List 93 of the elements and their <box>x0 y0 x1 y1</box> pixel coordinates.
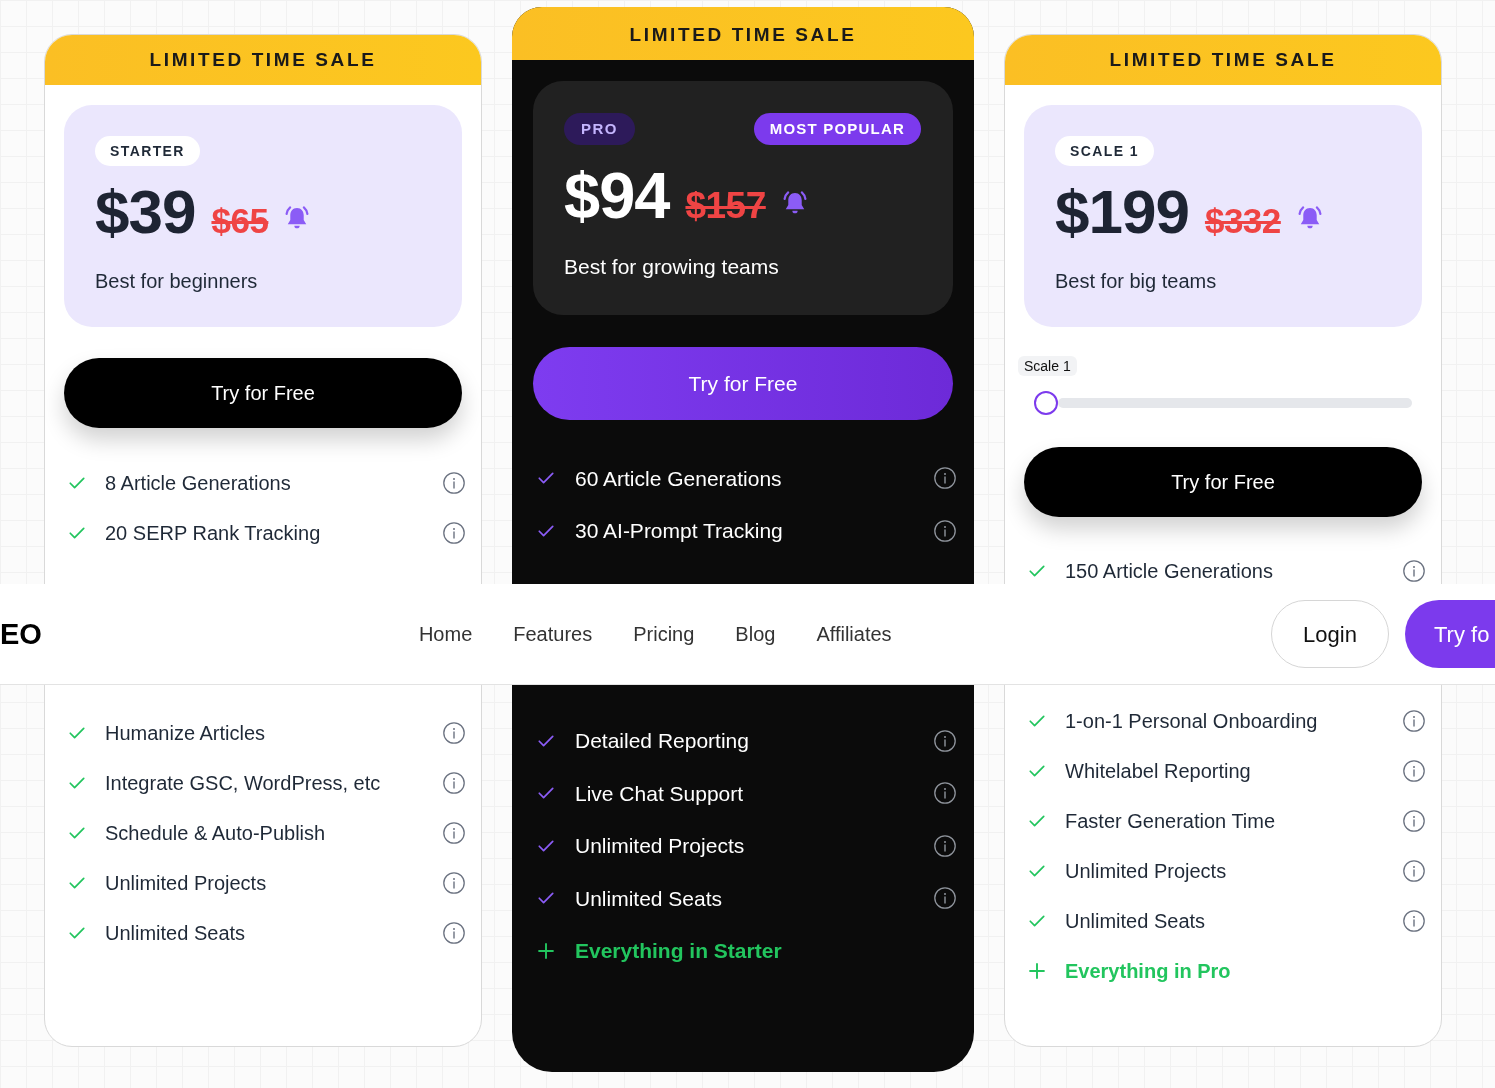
price: $199 <box>1055 181 1189 243</box>
original-price: $332 <box>1204 203 1281 238</box>
logo-text: EO <box>0 619 42 649</box>
check-icon <box>538 839 554 852</box>
check-icon <box>69 827 85 839</box>
login-button[interactable]: Login <box>1271 600 1389 668</box>
try-for-free-button[interactable]: Try for Free <box>64 358 462 428</box>
feature-text: Unlimited Projects <box>105 871 268 896</box>
feature-text: 8 Article Generations <box>105 471 292 496</box>
info-icon[interactable] <box>1403 810 1425 832</box>
info-icon[interactable] <box>443 722 465 744</box>
try-free-button[interactable]: Try fo <box>1405 600 1495 668</box>
info-icon[interactable] <box>934 887 956 910</box>
check-icon <box>1029 565 1045 577</box>
info-icon[interactable] <box>934 782 956 805</box>
feature-text: Humanize Articles <box>105 721 267 746</box>
nav-link[interactable]: Pricing <box>633 619 695 649</box>
info-icon[interactable] <box>443 772 465 794</box>
info-icon[interactable] <box>443 522 465 544</box>
check-icon <box>69 927 85 939</box>
nav-link[interactable]: Home <box>418 619 473 649</box>
info-icon[interactable] <box>443 872 465 894</box>
info-icon[interactable] <box>443 472 465 494</box>
feature-text: 30 AI-Prompt Tracking <box>575 518 784 544</box>
original-price: $65 <box>211 203 269 238</box>
check-icon <box>538 524 554 537</box>
feature-text: Faster Generation Time <box>1065 809 1277 834</box>
slider-thumb[interactable] <box>1034 391 1058 415</box>
feature-text: 1-on-1 Personal Onboarding <box>1065 709 1319 734</box>
feature-text: Everything in Starter <box>575 938 783 964</box>
info-icon[interactable] <box>1403 560 1425 582</box>
nav-link[interactable]: Features <box>513 619 593 649</box>
original-price: $157 <box>685 187 766 224</box>
info-icon[interactable] <box>1403 760 1425 782</box>
nav-link[interactable]: Affiliates <box>816 619 892 649</box>
try-for-free-button[interactable]: Try for Free <box>533 347 953 420</box>
plan-name-badge: SCALE 1 <box>1055 136 1154 166</box>
plan-name-badge: PRO <box>564 113 635 145</box>
feature-text: Unlimited Projects <box>1065 859 1228 884</box>
info-icon[interactable] <box>934 467 956 490</box>
bell-icon <box>284 205 311 229</box>
check-icon <box>1029 915 1045 927</box>
check-icon <box>1029 865 1045 877</box>
check-icon <box>538 892 554 905</box>
feature-text: Live Chat Support <box>575 780 745 807</box>
scale-label: Scale 1 <box>1018 356 1077 376</box>
plan-description: Best for growing teams <box>564 255 780 279</box>
info-icon[interactable] <box>443 822 465 844</box>
feature-text: Unlimited Seats <box>105 921 247 946</box>
feature-text: 20 SERP Rank Tracking <box>105 521 322 546</box>
feature-text: Detailed Reporting <box>575 728 750 754</box>
check-icon <box>1029 815 1045 827</box>
check-icon <box>538 734 554 747</box>
feature-text: Integrate GSC, WordPress, etc <box>105 771 382 796</box>
try-for-free-button[interactable]: Try for Free <box>1024 447 1422 517</box>
sale-banner: LIMITED TIME SALE <box>1005 35 1441 85</box>
feature-text: Schedule & Auto-Publish <box>105 821 327 846</box>
feature-text: Everything in Pro <box>1065 959 1232 984</box>
plus-icon <box>1029 963 1045 979</box>
check-icon <box>69 877 85 889</box>
check-icon <box>538 472 554 485</box>
plan-name-badge: STARTER <box>95 136 200 166</box>
bell-icon <box>1296 205 1323 229</box>
info-icon[interactable] <box>1403 710 1425 732</box>
info-icon[interactable] <box>934 729 956 752</box>
feature-text: Whitelabel Reporting <box>1065 759 1252 784</box>
check-icon <box>1029 715 1045 727</box>
check-icon <box>69 527 85 539</box>
most-popular-badge: MOST POPULAR <box>753 113 921 145</box>
sale-banner: LIMITED TIME SALE <box>512 7 974 60</box>
info-icon[interactable] <box>934 519 956 542</box>
feature-text: 150 Article Generations <box>1065 559 1274 584</box>
info-icon[interactable] <box>1403 910 1425 932</box>
feature-text: Unlimited Seats <box>1065 909 1207 934</box>
info-icon[interactable] <box>934 834 956 857</box>
check-icon <box>69 727 85 739</box>
feature-text: 60 Article Generations <box>575 465 783 492</box>
price: $94 <box>564 163 670 228</box>
info-icon[interactable] <box>443 922 465 944</box>
plus-icon <box>538 942 554 959</box>
nav-link[interactable]: Blog <box>735 619 776 649</box>
info-icon[interactable] <box>1403 860 1425 882</box>
check-icon <box>538 787 554 800</box>
plan-description: Best for big teams <box>1055 269 1218 293</box>
bell-icon <box>781 190 808 214</box>
sale-banner: LIMITED TIME SALE <box>45 35 481 85</box>
feature-text: Unlimited Seats <box>575 885 724 912</box>
check-icon <box>69 477 85 489</box>
price: $39 <box>95 181 196 243</box>
feature-text: Unlimited Projects <box>575 833 746 859</box>
plan-description: Best for beginners <box>95 269 259 293</box>
check-icon <box>69 777 85 789</box>
check-icon <box>1029 765 1045 777</box>
